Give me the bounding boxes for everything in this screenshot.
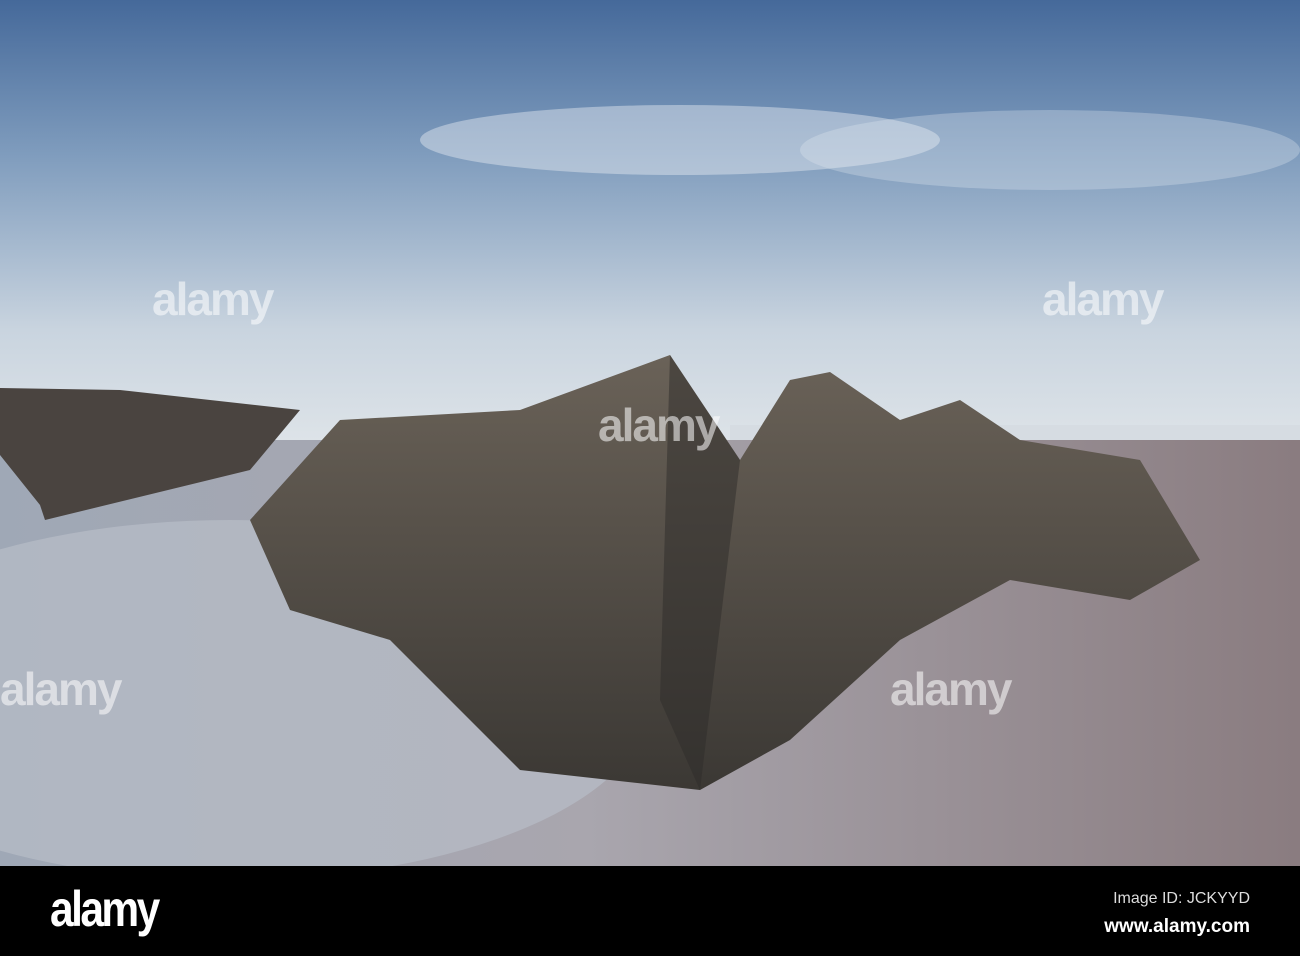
watermark: alamy	[0, 663, 122, 715]
footer-bar: alamy Image ID: JCKYYD www.alamy.com	[0, 866, 1300, 956]
cloud-wisp	[800, 110, 1300, 190]
image-id: Image ID: JCKYYD	[1113, 890, 1250, 907]
watermark: alamy	[1042, 273, 1164, 325]
watermark: alamy	[152, 273, 274, 325]
website-link: www.alamy.com	[1104, 916, 1250, 937]
alamy-logo: alamy	[50, 881, 160, 937]
watermark: alamy	[598, 399, 720, 451]
photo-stage: alamy alamy alamy alamy alamy alamy Imag…	[0, 0, 1300, 956]
watermark: alamy	[890, 663, 1012, 715]
